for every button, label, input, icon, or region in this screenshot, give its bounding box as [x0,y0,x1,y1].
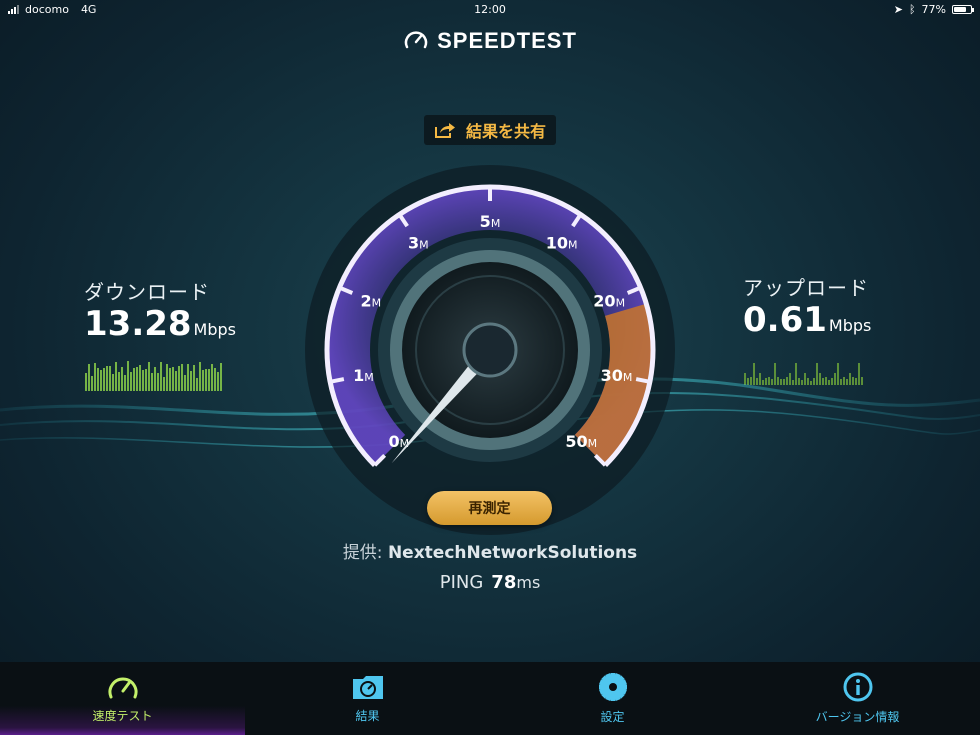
provider-name: NextechNetworkSolutions [387,543,638,563]
provider-info: 提供: NextechNetworkSolutions [0,538,980,563]
retest-button[interactable]: 再測定 [427,491,552,525]
tab-bar: 速度テスト 結果 設定 バージョン情報 [0,662,980,735]
tab-results[interactable]: 結果 [245,662,490,735]
tab-about-label: バージョン情報 [815,710,900,724]
tab-settings[interactable]: 設定 [490,662,735,735]
speedometer-icon [108,677,137,699]
speed-gauge: 0M1M2M3M5M10M20M30M50M [305,165,675,535]
results-folder-icon [352,676,383,699]
gauge-tick [635,377,651,384]
tab-speed-test[interactable]: 速度テスト [0,662,245,735]
gear-icon [598,673,627,701]
ping-info: PING 78ms [0,572,980,593]
provider-prefix: 提供: [342,543,383,563]
gauge-needle-cap [462,322,518,378]
info-icon [843,672,872,702]
tab-about[interactable]: バージョン情報 [735,662,980,735]
ping-value: 78 [491,572,517,593]
tab-speed-test-label: 速度テスト [92,709,153,723]
ping-label: PING [439,572,484,593]
ping-unit: ms [516,573,541,592]
tab-results-label: 結果 [355,709,380,723]
gear-hole [608,683,617,691]
gauge-tick [329,377,345,384]
tab-settings-label: 設定 [600,710,625,724]
